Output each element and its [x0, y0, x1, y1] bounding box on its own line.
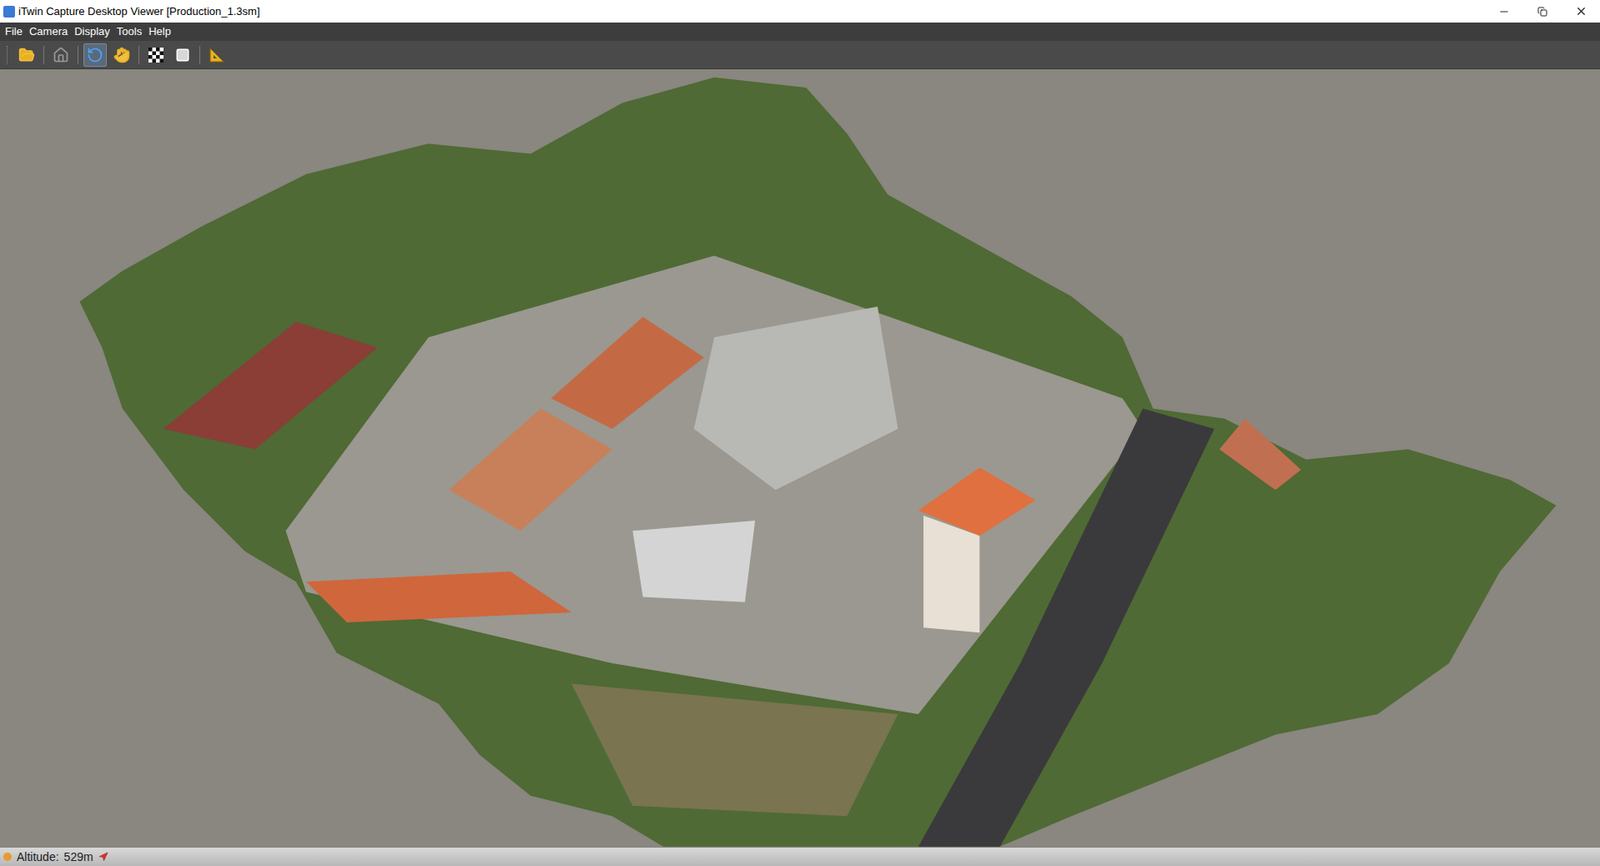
menu-bar: File Camera Display Tools Help	[0, 22, 1600, 41]
toolbar-button[interactable]	[110, 43, 134, 67]
restore-icon	[1537, 6, 1548, 17]
menu-item[interactable]: Camera	[29, 23, 68, 41]
window-title: iTwin Capture Desktop Viewer [Production…	[18, 3, 261, 21]
menu-item[interactable]: File	[5, 23, 23, 41]
toolbar-button[interactable]	[205, 43, 229, 67]
altitude-label: Altitude:	[16, 848, 60, 866]
status-bar: Altitude:529m	[0, 847, 1600, 866]
title-bar: iTwin Capture Desktop Viewer [Production…	[0, 0, 1600, 23]
altitude-value: 529m	[64, 848, 94, 866]
orbit-icon	[86, 46, 104, 64]
viewport[interactable]	[0, 69, 1600, 848]
ruler-icon	[208, 46, 226, 64]
sun-icon	[3, 852, 12, 861]
toolbar	[0, 40, 1600, 70]
toolbar-separator	[43, 45, 45, 65]
minimize-icon	[1498, 5, 1510, 18]
checkerboard-icon	[148, 47, 164, 63]
compass-icon	[98, 851, 109, 862]
home-icon	[52, 46, 70, 64]
toolbar-button[interactable]	[144, 43, 168, 67]
menu-item[interactable]: Tools	[116, 23, 142, 41]
app-icon	[3, 5, 16, 18]
pan-hand-icon	[113, 46, 131, 64]
restore-button[interactable]	[1523, 0, 1562, 23]
3d-model-view[interactable]	[0, 69, 1600, 848]
close-button[interactable]	[1561, 0, 1600, 23]
close-icon	[1574, 5, 1588, 18]
toolbar-separator	[138, 45, 140, 65]
toolbar-button[interactable]	[15, 43, 39, 67]
toolbar-separator	[199, 45, 201, 65]
menu-item[interactable]: Help	[148, 23, 172, 41]
toolbar-button[interactable]	[49, 43, 73, 67]
square-icon	[175, 47, 191, 63]
toolbar-button[interactable]	[83, 43, 107, 67]
open-folder-icon	[18, 46, 36, 64]
toolbar-button[interactable]	[171, 43, 195, 67]
menu-item[interactable]: Display	[74, 23, 111, 41]
toolbar-separator	[77, 45, 79, 65]
minimize-button[interactable]	[1484, 0, 1524, 23]
